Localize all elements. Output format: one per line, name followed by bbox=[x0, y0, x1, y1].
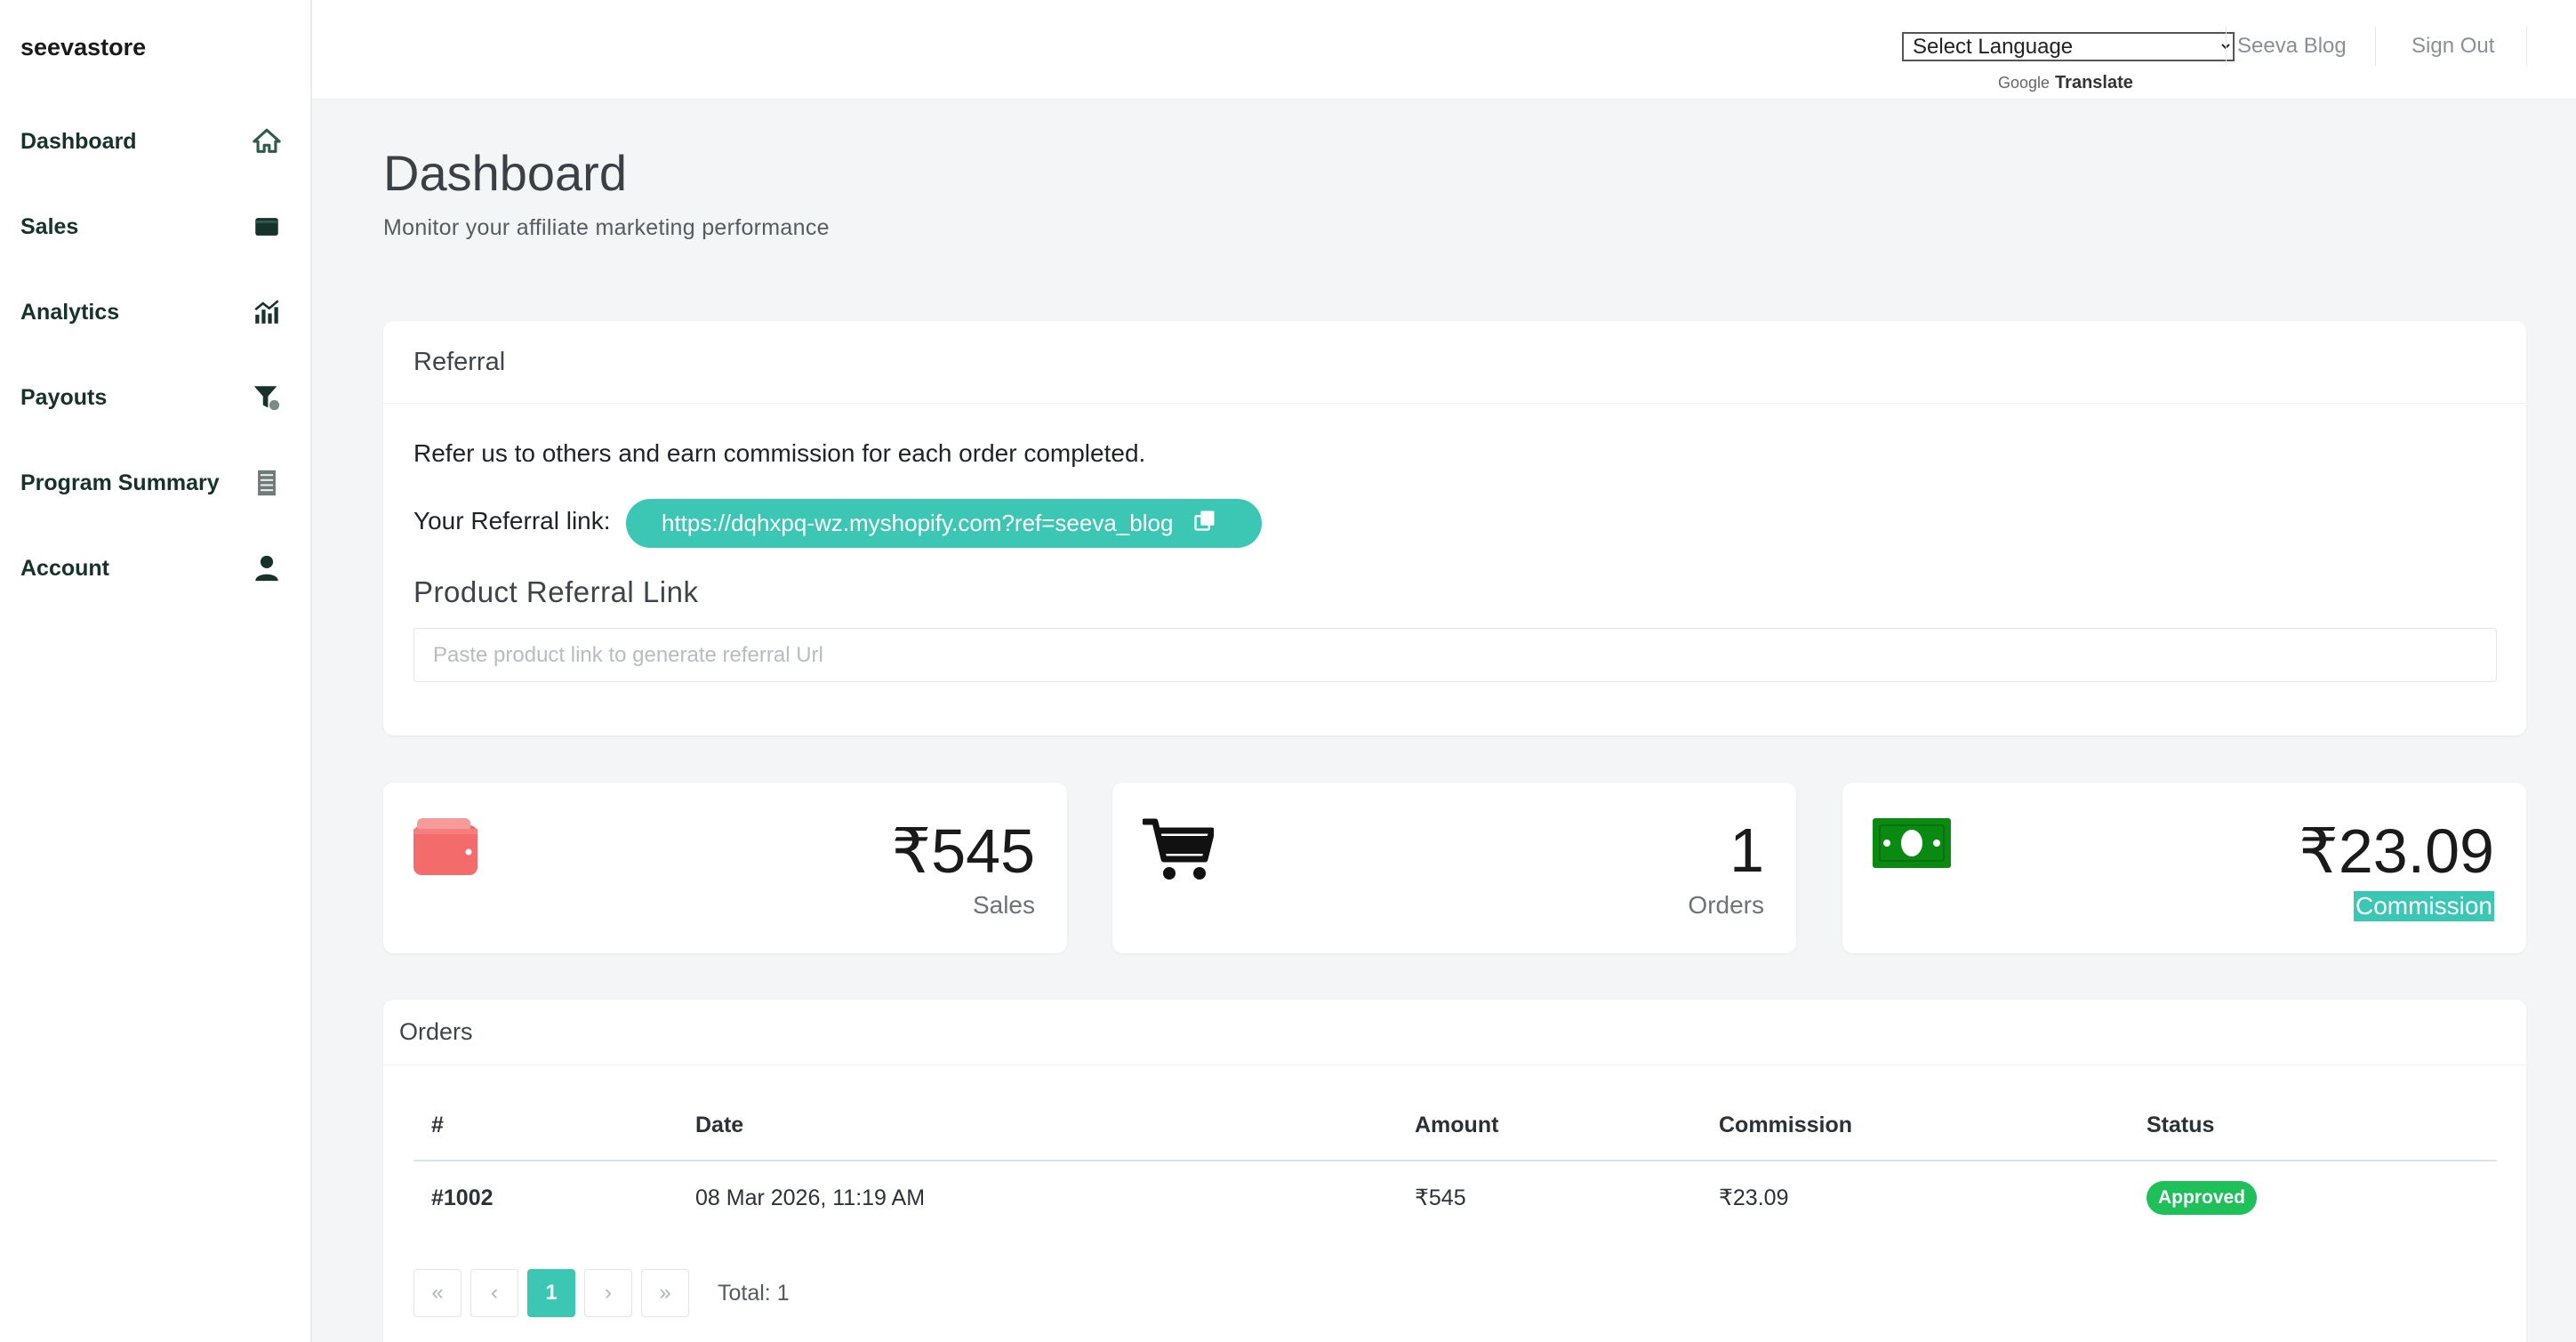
referral-description: Refer us to others and earn commission f… bbox=[413, 439, 1146, 467]
table-row[interactable]: #1002 08 Mar 2026, 11:19 AM ₹545 ₹23.09 … bbox=[413, 1161, 2497, 1234]
wallet-icon bbox=[252, 212, 282, 242]
page-next-button[interactable]: › bbox=[584, 1269, 632, 1317]
status-badge: Approved bbox=[2147, 1181, 2258, 1215]
sidebar-item-label: Sales bbox=[20, 213, 79, 239]
page-last-button[interactable]: » bbox=[641, 1269, 689, 1317]
sidebar-item-sales[interactable]: Sales bbox=[0, 196, 310, 258]
order-amount: ₹545 bbox=[1415, 1185, 1466, 1210]
page-1-button[interactable]: 1 bbox=[527, 1269, 575, 1317]
filter-coin-icon bbox=[252, 382, 282, 413]
wallet-icon bbox=[413, 818, 477, 880]
sidebar-item-label: Program Summary bbox=[20, 470, 220, 495]
sidebar-item-label: Analytics bbox=[20, 299, 120, 325]
orders-card-header: Orders bbox=[383, 1000, 2526, 1065]
orders-value: 1 bbox=[1729, 816, 1764, 885]
translate-link[interactable]: Translate bbox=[2055, 73, 2133, 93]
sidebar-item-label: Payouts bbox=[20, 384, 108, 410]
sidebar-item-payouts[interactable]: Payouts bbox=[0, 366, 310, 429]
orders-label: Orders bbox=[1688, 891, 1764, 919]
pagination-total: Total: 1 bbox=[718, 1280, 790, 1306]
orders-card: Orders # Date Amount Commission Status #… bbox=[383, 1000, 2526, 1342]
sidebar-item-label: Account bbox=[20, 555, 109, 581]
referral-link-label: Your Referral link: bbox=[413, 507, 611, 534]
sidebar-item-dashboard[interactable]: Dashboard bbox=[0, 110, 310, 173]
sales-value: ₹545 bbox=[891, 816, 1035, 886]
google-translate-credit: Google Translate bbox=[1998, 73, 2133, 93]
column-header-date: Date bbox=[695, 1112, 744, 1137]
shopping-cart-icon bbox=[1141, 818, 1216, 887]
sidebar-item-analytics[interactable]: Analytics bbox=[0, 281, 310, 343]
page-first-button[interactable]: « bbox=[413, 1269, 461, 1317]
sidebar-item-account[interactable]: Account bbox=[0, 537, 310, 599]
column-header-id: # bbox=[431, 1112, 444, 1137]
pagination: « ‹ 1 › » Total: 1 bbox=[413, 1269, 790, 1317]
order-id: #1002 bbox=[431, 1185, 494, 1210]
column-header-amount: Amount bbox=[1415, 1112, 1499, 1137]
copy-icon bbox=[1192, 508, 1217, 539]
chart-icon bbox=[252, 297, 282, 327]
referral-link-copy-button[interactable]: https://dqhxpq-wz.myshopify.com?ref=seev… bbox=[626, 499, 1262, 548]
order-commission: ₹23.09 bbox=[1719, 1185, 1789, 1210]
brand-name[interactable]: seevastore bbox=[20, 34, 146, 61]
sidebar: seevastore Dashboard Sales Analytics Pay… bbox=[0, 0, 312, 1342]
referral-link-value: https://dqhxpq-wz.myshopify.com?ref=seev… bbox=[662, 510, 1174, 536]
sales-label: Sales bbox=[972, 891, 1035, 919]
product-link-input[interactable] bbox=[413, 628, 2497, 682]
money-bill-icon bbox=[1873, 818, 1951, 872]
page-prev-button[interactable]: ‹ bbox=[470, 1269, 518, 1317]
page-title: Dashboard bbox=[383, 145, 627, 201]
divider bbox=[2226, 27, 2227, 66]
sidebar-item-label: Dashboard bbox=[20, 128, 137, 154]
referral-card-header: Referral bbox=[383, 321, 2526, 404]
product-referral-title: Product Referral Link bbox=[413, 575, 699, 608]
stat-card-commission: ₹23.09 Commission bbox=[1842, 783, 2526, 953]
referral-card: Referral Refer us to others and earn com… bbox=[383, 321, 2526, 735]
stat-card-sales: ₹545 Sales bbox=[383, 783, 1067, 953]
orders-table-header: # Date Amount Commission Status bbox=[413, 1089, 2497, 1161]
column-header-status: Status bbox=[2147, 1112, 2215, 1137]
receipt-icon bbox=[252, 468, 282, 498]
seeva-blog-link[interactable]: Seeva Blog bbox=[2237, 34, 2347, 59]
commission-value: ₹23.09 bbox=[2299, 816, 2494, 886]
language-select[interactable]: Select Language bbox=[1902, 32, 2235, 61]
divider bbox=[2526, 27, 2527, 66]
commission-label: Commission bbox=[2353, 891, 2494, 921]
top-bar: Select Language Google Translate Seeva B… bbox=[312, 0, 2576, 100]
user-icon bbox=[252, 553, 282, 583]
stat-card-orders: 1 Orders bbox=[1112, 783, 1796, 953]
orders-table: # Date Amount Commission Status #1002 08… bbox=[413, 1089, 2497, 1234]
google-logo: Google bbox=[1998, 74, 2050, 92]
sign-out-link[interactable]: Sign Out bbox=[2411, 34, 2494, 59]
divider bbox=[2375, 27, 2376, 66]
page-subtitle: Monitor your affiliate marketing perform… bbox=[383, 215, 830, 240]
sidebar-item-program-summary[interactable]: Program Summary bbox=[0, 452, 310, 514]
order-status-cell: Approved bbox=[2147, 1161, 2258, 1234]
column-header-commission: Commission bbox=[1719, 1112, 1853, 1137]
home-icon bbox=[252, 126, 282, 157]
order-date: 08 Mar 2026, 11:19 AM bbox=[695, 1185, 926, 1210]
